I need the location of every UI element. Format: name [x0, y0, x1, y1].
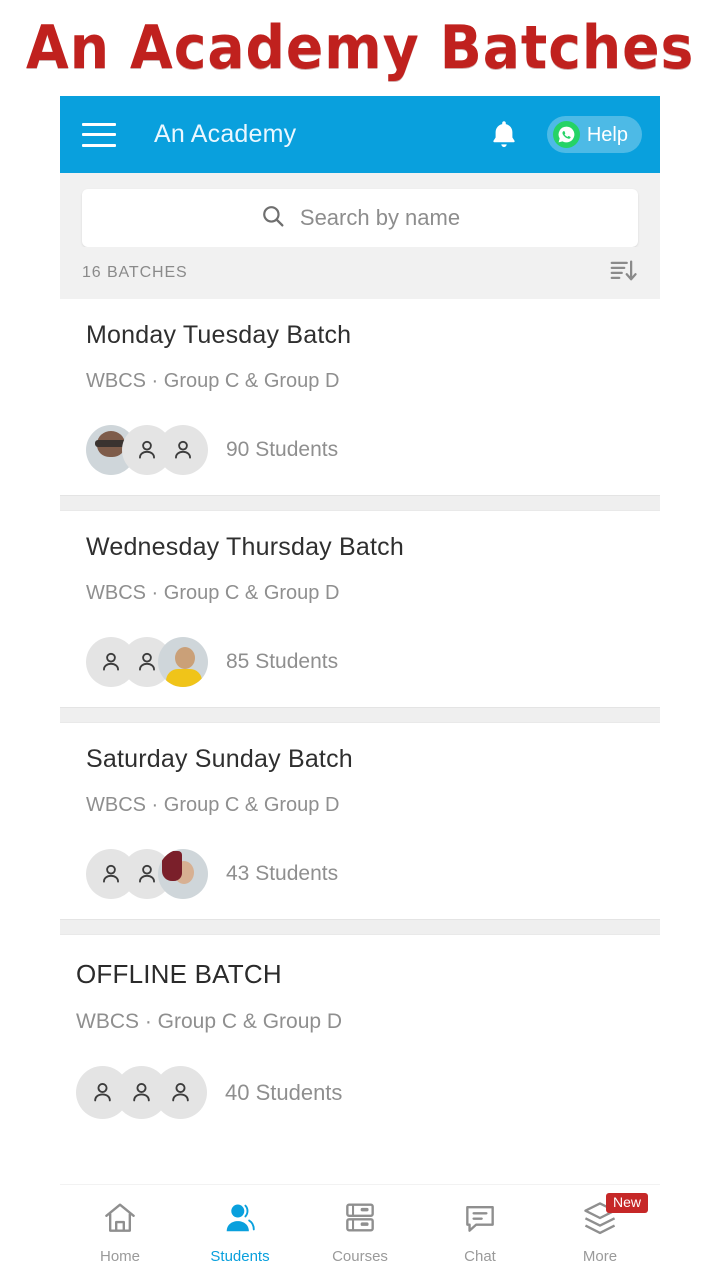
search-placeholder: Search by name — [299, 205, 461, 230]
batch-count-label: 16 BATCHES — [82, 264, 188, 281]
list-divider — [60, 707, 660, 723]
nav-item-more[interactable]: New More — [540, 1193, 660, 1265]
search-input[interactable]: Search by name — [82, 189, 638, 247]
app-screen: An Academy Batches An Academy Help Searc… — [0, 0, 720, 1280]
batch-title: Wednesday Thursday Batch — [86, 533, 404, 561]
avatar-group[interactable] — [86, 637, 208, 687]
status-badge: New — [606, 1193, 649, 1213]
notification-bell-icon[interactable] — [489, 118, 519, 152]
avatar-group[interactable] — [86, 425, 208, 475]
batch-subtitle: WBCS · Group C & Group D — [86, 794, 340, 816]
whatsapp-help-button[interactable]: Help — [546, 116, 642, 153]
batch-footer: 43 Students — [86, 849, 634, 899]
batch-card[interactable]: Wednesday Thursday Batch WBCS · Group C … — [60, 511, 660, 707]
batch-footer: 90 Students — [86, 425, 634, 475]
nav-label: Chat — [464, 1248, 496, 1265]
phone-viewport: An Academy Help Search by name 16 BATCHE… — [60, 96, 660, 1280]
nav-item-chat[interactable]: Chat — [420, 1199, 540, 1265]
sort-descending-icon[interactable] — [608, 256, 638, 291]
student-count: 40 Students — [225, 1079, 343, 1105]
batch-list: Monday Tuesday Batch WBCS · Group C & Gr… — [60, 299, 660, 1137]
list-divider — [60, 495, 660, 511]
nav-item-courses[interactable]: Courses — [300, 1199, 420, 1265]
page-title: An Academy Batches — [25, 13, 695, 83]
avatar-group[interactable] — [76, 1066, 207, 1119]
student-count: 43 Students — [226, 862, 339, 885]
nav-label: Home — [99, 1248, 140, 1265]
batch-subtitle: WBCS · Group C & Group D — [86, 582, 340, 604]
batch-footer: 40 Students — [76, 1066, 634, 1119]
avatar — [158, 849, 208, 899]
nav-label: Students — [210, 1248, 270, 1265]
student-count: 85 Students — [226, 650, 339, 673]
batch-title: OFFLINE BATCH — [76, 959, 282, 989]
list-divider — [60, 919, 660, 935]
app-bar-title: An Academy — [154, 120, 297, 148]
batch-title: Monday Tuesday Batch — [86, 321, 352, 349]
nav-label: Courses — [332, 1248, 388, 1265]
batch-card[interactable]: Monday Tuesday Batch WBCS · Group C & Gr… — [60, 299, 660, 495]
batch-title: Saturday Sunday Batch — [86, 745, 353, 773]
batch-subtitle: WBCS · Group C & Group D — [86, 370, 340, 392]
help-label: Help — [586, 123, 628, 146]
banner: An Academy Batches — [0, 0, 720, 96]
student-count: 90 Students — [226, 438, 339, 461]
search-zone: Search by name — [60, 173, 660, 247]
nav-label: More — [582, 1248, 618, 1265]
batch-card[interactable]: OFFLINE BATCH WBCS · Group C & Group D 4… — [60, 935, 660, 1137]
batch-footer: 85 Students — [86, 637, 634, 687]
books-icon — [340, 1199, 380, 1242]
list-header: 16 BATCHES — [60, 247, 660, 299]
avatar-placeholder — [154, 1066, 207, 1119]
person-icon — [220, 1199, 260, 1242]
avatar-group[interactable] — [86, 849, 208, 899]
app-bar: An Academy Help — [60, 96, 660, 173]
home-icon — [100, 1199, 140, 1242]
avatar — [158, 637, 208, 687]
batch-subtitle: WBCS · Group C & Group D — [76, 1010, 343, 1033]
nav-item-students[interactable]: Students — [180, 1199, 300, 1265]
nav-item-home[interactable]: Home — [60, 1199, 180, 1265]
chat-icon — [460, 1199, 500, 1242]
batch-card[interactable]: Saturday Sunday Batch WBCS · Group C & G… — [60, 723, 660, 919]
hamburger-menu-icon[interactable] — [82, 122, 116, 147]
whatsapp-icon — [552, 121, 580, 148]
avatar-placeholder — [158, 425, 208, 475]
bottom-navigation: Home Students Courses Chat New More — [60, 1184, 660, 1280]
search-icon — [260, 203, 286, 234]
